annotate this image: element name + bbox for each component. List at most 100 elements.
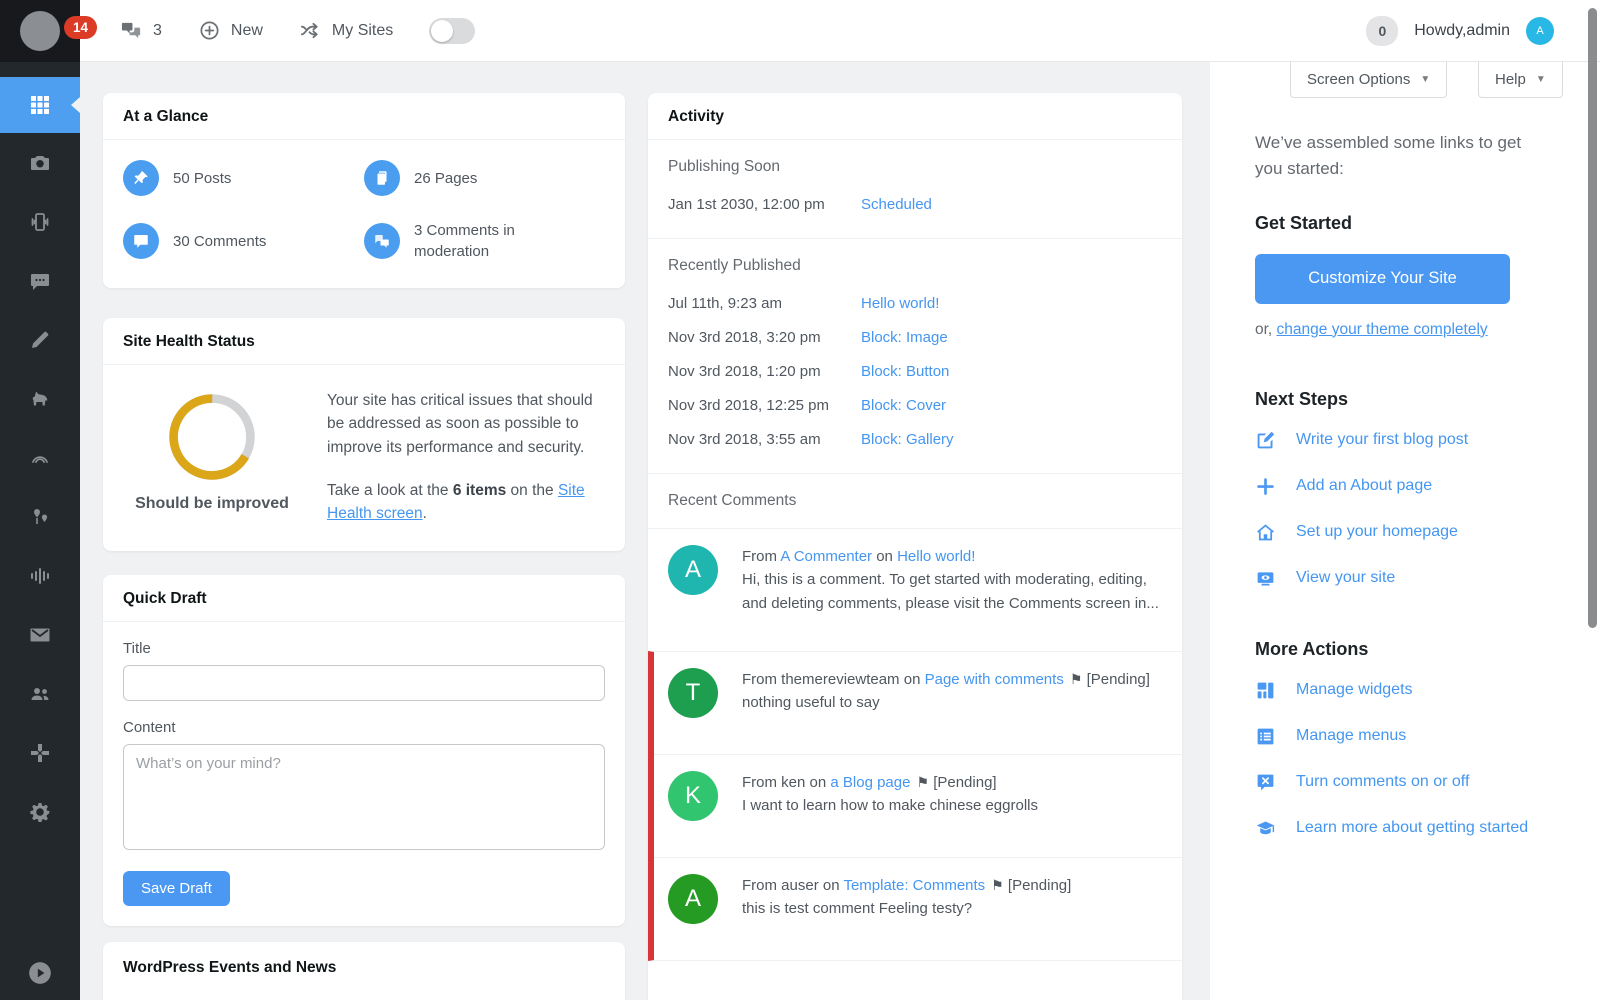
admin-sidebar	[0, 0, 80, 1000]
site-health-title: Site Health Status	[103, 318, 625, 365]
admin-bar-new-label: New	[231, 22, 263, 40]
post-link[interactable]: Block: Button	[861, 363, 949, 380]
sidebar-item-arc[interactable]	[0, 428, 80, 487]
sidebar-item-stats[interactable]	[0, 546, 80, 605]
quick-draft-title-input[interactable]	[123, 665, 605, 701]
sidebar-collapse[interactable]	[0, 960, 80, 986]
active-item-notch	[71, 97, 80, 113]
recent-comments-heading-section: Recent Comments	[648, 474, 1182, 529]
arc-icon	[28, 446, 52, 470]
comment-post-link[interactable]: Page with comments	[925, 671, 1064, 688]
comment-meta: From auser on Template: Comments⚑ [Pendi…	[742, 874, 1166, 897]
from-text: From	[742, 548, 780, 565]
updates-badge[interactable]: 14	[64, 16, 97, 39]
post-link[interactable]: Hello world!	[861, 295, 939, 312]
or-change-theme-line: or, change your theme completely	[1255, 321, 1535, 339]
home-icon	[1255, 522, 1276, 543]
comment-body: nothing useful to say	[742, 691, 1166, 714]
dashboard-grid-icon	[28, 93, 52, 117]
publishing-soon-heading: Publishing Soon	[668, 158, 1162, 176]
collapse-play-icon	[27, 960, 53, 986]
activity-row: Jan 1st 2030, 12:00 pm Scheduled	[668, 196, 1162, 213]
link-label: Manage menus	[1296, 727, 1406, 745]
link-label: Write your first blog post	[1296, 431, 1468, 449]
glance-comments-label[interactable]: 30 Comments	[173, 231, 266, 252]
post-link[interactable]: Block: Gallery	[861, 431, 954, 448]
comment-post-link[interactable]: Template: Comments	[843, 877, 985, 894]
updates-count-pill[interactable]: 0	[1366, 16, 1398, 46]
setup-homepage-link[interactable]: Set up your homepage	[1255, 522, 1535, 543]
view-site-icon	[1255, 568, 1276, 589]
admin-bar-my-sites[interactable]: My Sites	[299, 19, 393, 42]
link-label: Set up your homepage	[1296, 523, 1458, 541]
from-text: From	[742, 877, 781, 894]
comment-post-link[interactable]: Hello world!	[897, 548, 975, 565]
screen-options-button[interactable]: Screen Options ▼	[1290, 62, 1447, 98]
sidebar-item-pet[interactable]	[0, 369, 80, 428]
glance-pages: 26 Pages	[364, 160, 605, 196]
on-text: on	[872, 548, 897, 565]
change-theme-link[interactable]: change your theme completely	[1277, 321, 1488, 338]
sidebar-item-settings[interactable]	[0, 782, 80, 841]
pending-flag-icon: ⚑	[916, 774, 929, 790]
view-your-site-link[interactable]: View your site	[1255, 568, 1535, 589]
activity-row: Nov 3rd 2018, 12:25 pm Block: Cover	[668, 397, 1162, 414]
on-text: on	[900, 671, 925, 688]
admin-bar-comments-count: 3	[153, 22, 162, 40]
sidebar-item-write[interactable]	[0, 310, 80, 369]
sidebar-item-comments[interactable]	[0, 251, 80, 310]
comment-author: themereviewteam	[781, 671, 899, 688]
quick-draft-content-textarea[interactable]	[123, 744, 605, 850]
glance-moderation-label[interactable]: 3 Comments in moderation	[414, 220, 564, 262]
admin-top-bar: 3 New My Sites 0 Howdy,admin A	[80, 0, 1600, 62]
scheduled-link[interactable]: Scheduled	[861, 196, 932, 213]
learn-more-link[interactable]: Learn more about getting started	[1255, 818, 1535, 839]
admin-bar-comments[interactable]: 3	[120, 19, 162, 42]
howdy-label[interactable]: Howdy,admin	[1414, 22, 1510, 40]
help-button[interactable]: Help ▼	[1478, 62, 1563, 98]
add-about-page-link[interactable]: Add an About page	[1255, 476, 1535, 497]
sidebar-item-plugins[interactable]	[0, 723, 80, 782]
site-health-cta: Take a look at the 6 items on the Site H…	[327, 479, 603, 526]
glance-posts-label[interactable]: 50 Posts	[173, 168, 231, 189]
sidebar-item-dashboard[interactable]	[0, 77, 80, 133]
sidebar-item-users[interactable]	[0, 664, 80, 723]
help-label: Help	[1495, 71, 1526, 88]
page-scrollbar[interactable]	[1588, 8, 1597, 628]
post-link[interactable]: Block: Cover	[861, 397, 946, 414]
comment-author-link[interactable]: A Commenter	[780, 548, 872, 565]
sidebar-item-pins[interactable]	[0, 487, 80, 546]
manage-widgets-link[interactable]: Manage widgets	[1255, 680, 1535, 701]
sidebar-item-media[interactable]	[0, 133, 80, 192]
recent-comments-heading: Recent Comments	[668, 492, 1162, 510]
comment-item: K From ken on a Blog page⚑ [Pending] I w…	[654, 754, 1182, 857]
site-avatar[interactable]	[20, 11, 60, 51]
activity-row-date: Nov 3rd 2018, 1:20 pm	[668, 363, 861, 380]
activity-row: Nov 3rd 2018, 1:20 pm Block: Button	[668, 363, 1162, 380]
pending-label: [Pending]	[1008, 877, 1071, 894]
activity-row-date: Nov 3rd 2018, 3:55 am	[668, 431, 861, 448]
comment-icon	[123, 223, 159, 259]
turn-comments-link[interactable]: Turn comments on or off	[1255, 772, 1535, 793]
manage-menus-link[interactable]: Manage menus	[1255, 726, 1535, 747]
sidebar-item-mail[interactable]	[0, 605, 80, 664]
user-avatar[interactable]: A	[1526, 17, 1554, 45]
customize-your-site-button[interactable]: Customize Your Site	[1255, 254, 1510, 304]
glance-pages-label[interactable]: 26 Pages	[414, 168, 477, 189]
sidebar-item-mobile[interactable]	[0, 192, 80, 251]
admin-bar-new[interactable]: New	[198, 19, 263, 42]
save-draft-button[interactable]: Save Draft	[123, 871, 230, 906]
quick-draft-title-label: Title	[123, 640, 605, 657]
comment-meta: From ken on a Blog page⚑ [Pending]	[742, 771, 1166, 794]
on-text: on	[819, 877, 844, 894]
message-icon	[28, 269, 52, 293]
toggle-knob	[431, 20, 453, 42]
site-health-panel: Site Health Status Should be improved Yo…	[103, 318, 625, 551]
mail-icon	[28, 623, 52, 647]
post-link[interactable]: Block: Image	[861, 329, 948, 346]
pencil-icon	[28, 328, 52, 352]
comment-post-link[interactable]: a Blog page	[830, 774, 910, 791]
comment-author: auser	[781, 877, 819, 894]
write-first-post-link[interactable]: Write your first blog post	[1255, 430, 1535, 451]
admin-bar-toggle-switch[interactable]	[429, 18, 475, 44]
